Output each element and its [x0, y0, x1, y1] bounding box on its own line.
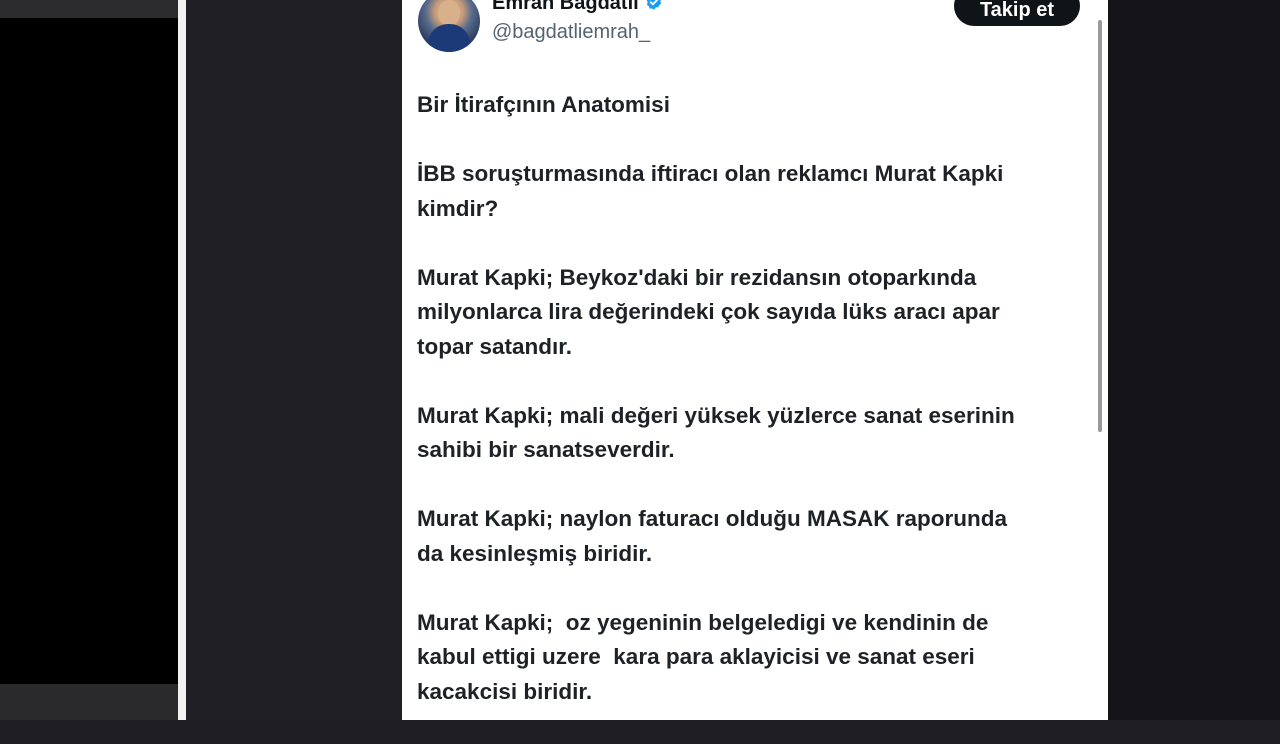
- tweet-text: Bir İtirafçının Anatomisi İBB soruşturma…: [417, 88, 1087, 744]
- white-gutter: [178, 0, 186, 720]
- right-shade: [1108, 0, 1280, 720]
- tweet-card: Emrah Bağdatlı @bagdatliemrah_ Takip et …: [402, 0, 1108, 720]
- follow-button[interactable]: Takip et: [954, 0, 1080, 26]
- left-top-strip: [0, 0, 178, 18]
- tweet-paragraph: Murat Kapki; Beykoz'daki bir rezidansın …: [417, 264, 1000, 359]
- author-handle[interactable]: @bagdatliemrah_: [492, 21, 650, 44]
- scrollbar[interactable]: [1098, 20, 1102, 432]
- author-name[interactable]: Emrah Bağdatlı: [492, 0, 663, 15]
- avatar-shirt: [428, 24, 470, 52]
- verified-badge-icon: [646, 0, 661, 10]
- tweet-paragraph: Murat Kapki; oz yegeninin belgeledigi ve…: [417, 609, 989, 704]
- left-panel: [0, 0, 178, 720]
- tweet-paragraph-title: Bir İtirafçının Anatomisi: [417, 92, 670, 117]
- tweet-paragraph: Murat Kapki; naylon faturacı olduğu MASA…: [417, 506, 1008, 566]
- left-bottom-strip: [0, 684, 178, 720]
- author-name-text[interactable]: Emrah Bağdatlı: [492, 0, 639, 14]
- avatar-face: [438, 0, 460, 26]
- tweet-paragraph: İBB soruşturmasında iftiracı olan reklam…: [417, 161, 1004, 221]
- tweet-paragraph: Murat Kapki; mali değeri yüksek yüzlerce…: [417, 402, 1015, 463]
- avatar[interactable]: [418, 0, 480, 52]
